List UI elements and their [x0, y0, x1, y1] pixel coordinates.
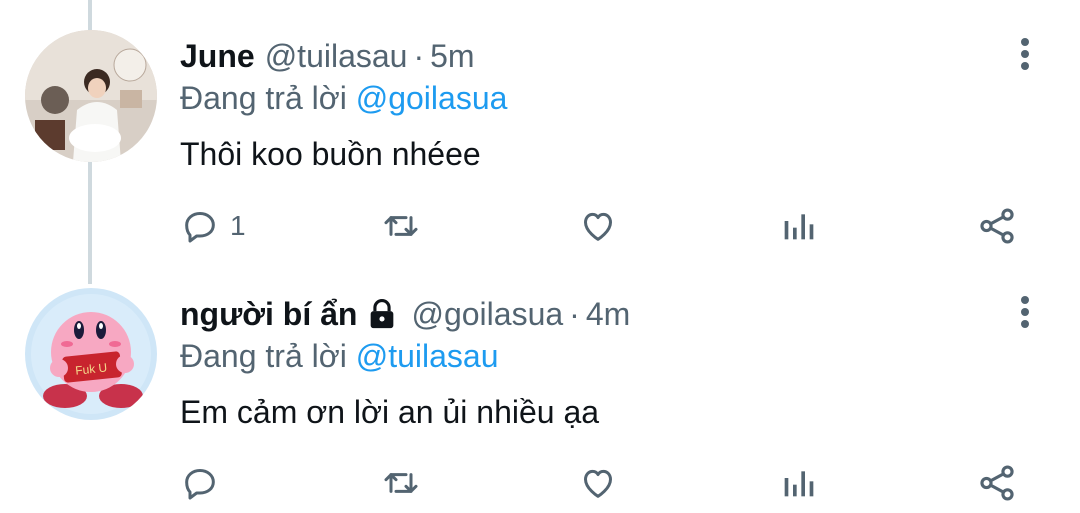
mention-link[interactable]: @goilasua: [356, 80, 508, 116]
avatar[interactable]: [25, 30, 157, 162]
user-handle[interactable]: @tuilasau: [265, 38, 408, 75]
heart-icon: [584, 212, 612, 241]
reply-icon: [185, 212, 215, 243]
tweet-header: người bí ẩn @goilasua · 4m: [180, 294, 630, 334]
reply-icon: [185, 469, 215, 500]
share-button[interactable]: [976, 201, 1018, 251]
more-vertical-icon: [1021, 38, 1029, 70]
timestamp[interactable]: 5m: [430, 38, 474, 75]
reply-button[interactable]: 1: [180, 201, 246, 251]
tweet-header: June @tuilasau · 5m: [180, 36, 475, 76]
more-vertical-icon: [1021, 296, 1029, 328]
like-button[interactable]: [578, 458, 618, 508]
replying-label: Đang trả lời: [180, 338, 347, 374]
reply-button[interactable]: [180, 458, 230, 508]
action-bar: 1: [0, 201, 1080, 251]
share-button[interactable]: [976, 458, 1018, 508]
analytics-icon: [784, 471, 814, 497]
analytics-button[interactable]: [778, 201, 818, 251]
tweet[interactable]: June @tuilasau · 5m Đang trả lời @goilas…: [0, 0, 1080, 260]
tweet[interactable]: Fuk U người bí ẩn @goilasua · 4m Đang tr…: [0, 270, 1080, 513]
replying-to: Đang trả lời @goilasua: [180, 80, 507, 117]
more-options-button[interactable]: [1010, 34, 1040, 74]
analytics-icon: [784, 214, 814, 240]
retweet-button[interactable]: [380, 458, 422, 508]
display-name[interactable]: June: [180, 38, 255, 75]
heart-icon: [584, 469, 612, 498]
avatar[interactable]: Fuk U: [25, 288, 157, 420]
tweet-text: Thôi koo buồn nhéee: [180, 136, 481, 172]
action-bar: [0, 458, 1080, 508]
separator: ·: [413, 37, 425, 74]
mention-link[interactable]: @tuilasau: [356, 338, 499, 374]
timestamp[interactable]: 4m: [586, 296, 630, 333]
share-icon: [980, 208, 1014, 244]
replying-to: Đang trả lời @tuilasau: [180, 338, 499, 375]
user-handle[interactable]: @goilasua: [411, 296, 563, 333]
analytics-button[interactable]: [778, 458, 818, 508]
separator: ·: [569, 295, 580, 332]
share-icon: [980, 465, 1014, 501]
more-options-button[interactable]: [1010, 292, 1040, 332]
like-button[interactable]: [578, 201, 618, 251]
lock-icon: [371, 299, 394, 329]
replying-label: Đang trả lời: [180, 80, 347, 116]
protected-account: [365, 297, 399, 331]
display-name[interactable]: người bí ẩn: [180, 296, 357, 333]
reply-count: 1: [230, 210, 246, 241]
retweet-icon: [384, 216, 418, 236]
retweet-icon: [384, 473, 418, 493]
retweet-button[interactable]: [380, 201, 422, 251]
tweet-text: Em cảm ơn lời an ủi nhiều ạa: [180, 394, 600, 430]
